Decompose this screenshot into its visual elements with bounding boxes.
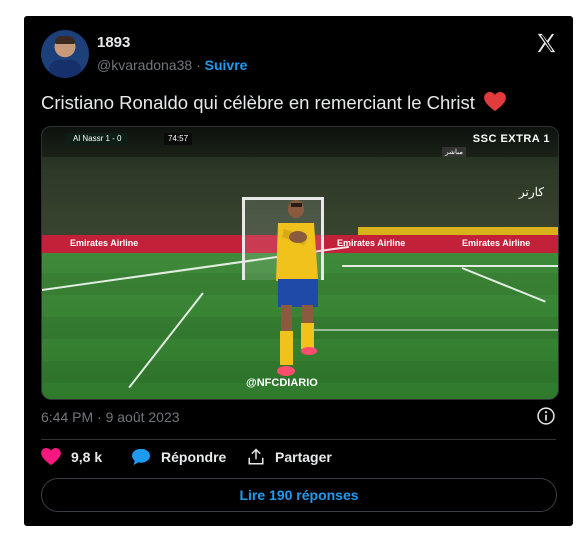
read-replies-button[interactable]: Lire 190 réponses [41, 478, 557, 512]
match-clock: 74:57 [164, 133, 193, 145]
heart-emoji-icon [484, 92, 506, 112]
like-button[interactable]: 9,8 k [41, 448, 102, 466]
avatar[interactable] [41, 30, 89, 78]
action-bar: 9,8 k Répondre Partager [41, 448, 551, 470]
handle-separator: · [196, 57, 201, 73]
scoreboard: Al Nassr 1 - 0 [67, 133, 128, 145]
tweet-text: Cristiano Ronaldo qui célèbre en remerci… [41, 92, 506, 114]
author-handle[interactable]: @kvaradona38 [97, 57, 192, 73]
player-figure [276, 200, 318, 376]
yellow-ad-board [358, 227, 558, 235]
like-count: 9,8 k [71, 449, 103, 465]
author-name[interactable]: 1893 [97, 34, 130, 51]
divider [41, 439, 556, 440]
overlay-caption: كارتر [518, 185, 544, 199]
video-watermark: @NFCDIARIO [246, 377, 318, 389]
broadcaster-logo: SSC EXTRA 1 [472, 133, 550, 145]
reply-bubble-icon [132, 448, 150, 466]
share-button[interactable]: Partager [247, 448, 332, 466]
tweet-body: Cristiano Ronaldo qui célèbre en remerci… [41, 92, 475, 113]
reply-label: Répondre [161, 449, 227, 465]
tweet-timestamp[interactable]: 6:44 PM · 9 août 2023 [41, 409, 180, 425]
live-badge: مباشر [442, 147, 466, 157]
video-thumbnail[interactable]: Emirates Airline Emirates Airline Emirat… [41, 126, 559, 400]
info-icon[interactable] [536, 406, 556, 426]
follow-button[interactable]: Suivre [205, 57, 248, 73]
share-icon [248, 448, 264, 465]
ad-text: Emirates Airline [70, 238, 139, 248]
author-handle-row: @kvaradona38 · Suivre [97, 57, 247, 73]
tweet-card: 1893 @kvaradona38 · Suivre Cristiano Ron… [24, 16, 573, 526]
reply-button[interactable]: Répondre [131, 448, 226, 466]
ad-text-3: Emirates Airline [462, 238, 531, 248]
like-heart-icon [41, 448, 61, 466]
share-label: Partager [275, 449, 332, 465]
x-logo-icon[interactable] [535, 32, 557, 54]
